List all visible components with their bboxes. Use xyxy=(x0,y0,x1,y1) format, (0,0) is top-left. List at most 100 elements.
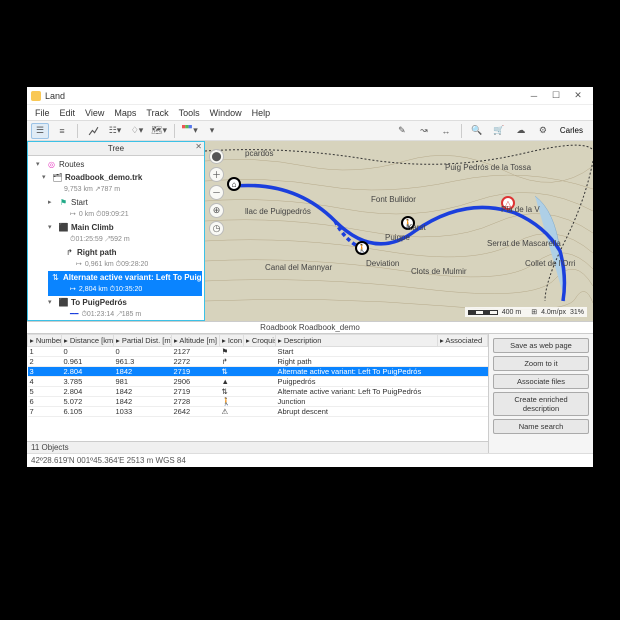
segment-icon: ⬛ xyxy=(59,223,68,232)
menu-edit[interactable]: Edit xyxy=(60,108,76,118)
map-label: Serrat de Mascarella xyxy=(487,239,561,248)
map-label: Canal del Mannyar xyxy=(265,263,332,272)
col-icon[interactable]: ▸ Icon xyxy=(220,335,244,347)
tree-seg-right-stats: 0,961 km ⏱09:28:20 xyxy=(85,260,148,270)
roadbook-grid[interactable]: ▸ Number▸ Distance [km]▸ Partial Dist. [… xyxy=(27,333,488,453)
waypoint-deviation[interactable]: 🚶 xyxy=(355,241,369,255)
tree-seg-climb[interactable]: Main Climb xyxy=(71,222,114,233)
tree-seg-right[interactable]: Right path xyxy=(77,247,117,258)
filter-button[interactable]: ▾ xyxy=(203,123,221,139)
cloud-button[interactable]: ☁ xyxy=(512,123,530,139)
map-label: Deviation xyxy=(366,259,399,268)
waypoint-tool-button[interactable]: ↝ xyxy=(415,123,433,139)
mode-button[interactable]: ◷ xyxy=(209,221,224,236)
maximize-button[interactable]: ☐ xyxy=(545,87,567,105)
tree-seg-start[interactable]: Start xyxy=(71,197,88,208)
map-label: Font Bullidor xyxy=(371,195,416,204)
zoom-out-button[interactable]: － xyxy=(209,185,224,200)
grid-footer: 11 Objects xyxy=(27,441,488,453)
tree-close-button[interactable]: ✕ xyxy=(195,142,202,151)
calendar-button[interactable]: ☷▾ xyxy=(106,123,124,139)
user-label[interactable]: Carles xyxy=(560,126,583,135)
table-row[interactable]: 65.07218422728🚶 Junction xyxy=(28,397,488,407)
table-row[interactable]: 20.961961.32272↱ Right path xyxy=(28,357,488,367)
status-bar: 42º28.619'N 001º45.364'E 2513 m WGS 84 xyxy=(27,453,593,467)
enriched-button[interactable]: Create enriched description xyxy=(493,392,589,416)
minimize-button[interactable]: ─ xyxy=(523,87,545,105)
map-scalebar: 400 m ⊞ 4.0m/px 31% xyxy=(465,307,587,317)
cart-button[interactable]: 🛒 xyxy=(490,123,508,139)
scale-label: 400 m xyxy=(502,309,521,316)
tree-seg-variant-stats: 2,804 km ⏱10:35:20 xyxy=(79,285,142,295)
zoom-percent: 31% xyxy=(570,309,584,316)
map-controls: ⬤ ＋ － ⊕ ◷ xyxy=(209,149,224,236)
waypoint-start[interactable]: ⌂ xyxy=(227,177,241,191)
tree-title: Tree xyxy=(108,144,124,153)
menu-maps[interactable]: Maps xyxy=(114,108,136,118)
compass-button[interactable]: ⬤ xyxy=(209,149,224,164)
menu-help[interactable]: Help xyxy=(252,108,271,118)
col-altitude-m-[interactable]: ▸ Altitude [m] xyxy=(172,335,220,347)
tree-body[interactable]: ▾◎Routes ▾🗂Roadbook_demo.trk 9,753 km ↗7… xyxy=(28,156,204,320)
map-label: Puig Pedrós de la Tossa xyxy=(445,163,531,172)
layers-button[interactable]: ♢▾ xyxy=(128,123,146,139)
action-panel: Save as web page Zoom to it Associate fi… xyxy=(488,333,593,453)
col-associated[interactable]: ▸ Associated xyxy=(438,335,488,347)
table-row[interactable]: 1002127⚑ Start xyxy=(28,347,488,357)
zoom-fit-button[interactable]: ⊕ xyxy=(209,203,224,218)
track-icon: 🗂 xyxy=(53,173,62,182)
tree-seg-topuig-stats: ⏱01:23:14 ↗185 m xyxy=(81,310,141,320)
menu-track[interactable]: Track xyxy=(146,108,168,118)
menu-bar: File Edit View Maps Track Tools Window H… xyxy=(27,105,593,121)
tree-track-stats: 9,753 km ↗787 m xyxy=(64,185,120,195)
list-button[interactable]: ≡ xyxy=(53,123,71,139)
menu-file[interactable]: File xyxy=(35,108,50,118)
col-number[interactable]: ▸ Number xyxy=(28,335,62,347)
title-bar: Land ─ ☐ ✕ xyxy=(27,87,593,105)
col-partial-dist-m-[interactable]: ▸ Partial Dist. [m] xyxy=(114,335,172,347)
tree-root-label[interactable]: Routes xyxy=(59,159,84,170)
tree-seg-variant[interactable]: Alternate active variant: Left To PuigPe… xyxy=(63,272,204,283)
measure-tool-button[interactable]: ↔ xyxy=(437,123,455,139)
map-label: Pla de la V xyxy=(501,205,540,214)
associate-button[interactable]: Associate files xyxy=(493,374,589,389)
tree-seg-topuig[interactable]: To PuigPedrós xyxy=(71,297,127,308)
close-button[interactable]: ✕ xyxy=(567,87,589,105)
grid-title: Roadbook Roadbook_demo xyxy=(27,321,593,333)
table-row[interactable]: 76.10510332642⚠ Abrupt descent xyxy=(28,407,488,417)
graph-button[interactable] xyxy=(84,123,102,139)
menu-tools[interactable]: Tools xyxy=(179,108,200,118)
palette-button[interactable]: ▾ xyxy=(181,123,199,139)
col-description[interactable]: ▸ Description xyxy=(276,335,438,347)
search-button[interactable]: 🔍 xyxy=(468,123,486,139)
settings-button[interactable]: ⚙ xyxy=(534,123,552,139)
map-label: llac de Puigpedrós xyxy=(245,207,311,216)
table-row[interactable]: 32.80418422719⇅ Alternate active variant… xyxy=(28,367,488,377)
name-search-button[interactable]: Name search xyxy=(493,419,589,434)
turn-icon: ↱ xyxy=(65,248,74,257)
table-row[interactable]: 52.80418422719⇅ Alternate active variant… xyxy=(28,387,488,397)
segment-icon: ⬛ xyxy=(59,298,68,307)
tree-track-name[interactable]: Roadbook_demo.trk xyxy=(65,172,142,183)
app-icon xyxy=(31,91,41,101)
map-button[interactable]: 🗺▾ xyxy=(150,123,168,139)
col-croquis[interactable]: ▸ Croquis xyxy=(244,335,276,347)
menu-window[interactable]: Window xyxy=(210,108,242,118)
zoom-to-button[interactable]: Zoom to it xyxy=(493,356,589,371)
col-distance-km-[interactable]: ▸ Distance [km] xyxy=(62,335,114,347)
menu-view[interactable]: View xyxy=(85,108,104,118)
toolbar: ☰ ≡ ☷▾ ♢▾ 🗺▾ ▾ ▾ ✎ ↝ ↔ 🔍 🛒 ☁ ⚙ Carles xyxy=(27,121,593,141)
map-label: Karst xyxy=(407,223,426,232)
map-view[interactable]: ⌂ 🚶 🚶 △ pcardosPuig Pedrós de la Tossall… xyxy=(205,141,593,321)
route-tool-button[interactable]: ✎ xyxy=(393,123,411,139)
zoom-label: 4.0m/px xyxy=(541,309,566,316)
toggle-tree-button[interactable]: ☰ xyxy=(31,123,49,139)
flag-icon: ⚑ xyxy=(59,198,68,207)
tree-panel: Tree ✕ ▾◎Routes ▾🗂Roadbook_demo.trk 9,75… xyxy=(27,141,205,321)
map-label: Puigpe xyxy=(385,233,410,242)
zoom-in-button[interactable]: ＋ xyxy=(209,167,224,182)
tree-seg-climb-stats: ⏱01:25:59 ↗592 m xyxy=(70,235,130,245)
save-web-button[interactable]: Save as web page xyxy=(493,338,589,353)
table-row[interactable]: 43.7859812906▲ Puigpedrós xyxy=(28,377,488,387)
variant-icon: ⇅ xyxy=(51,273,60,282)
